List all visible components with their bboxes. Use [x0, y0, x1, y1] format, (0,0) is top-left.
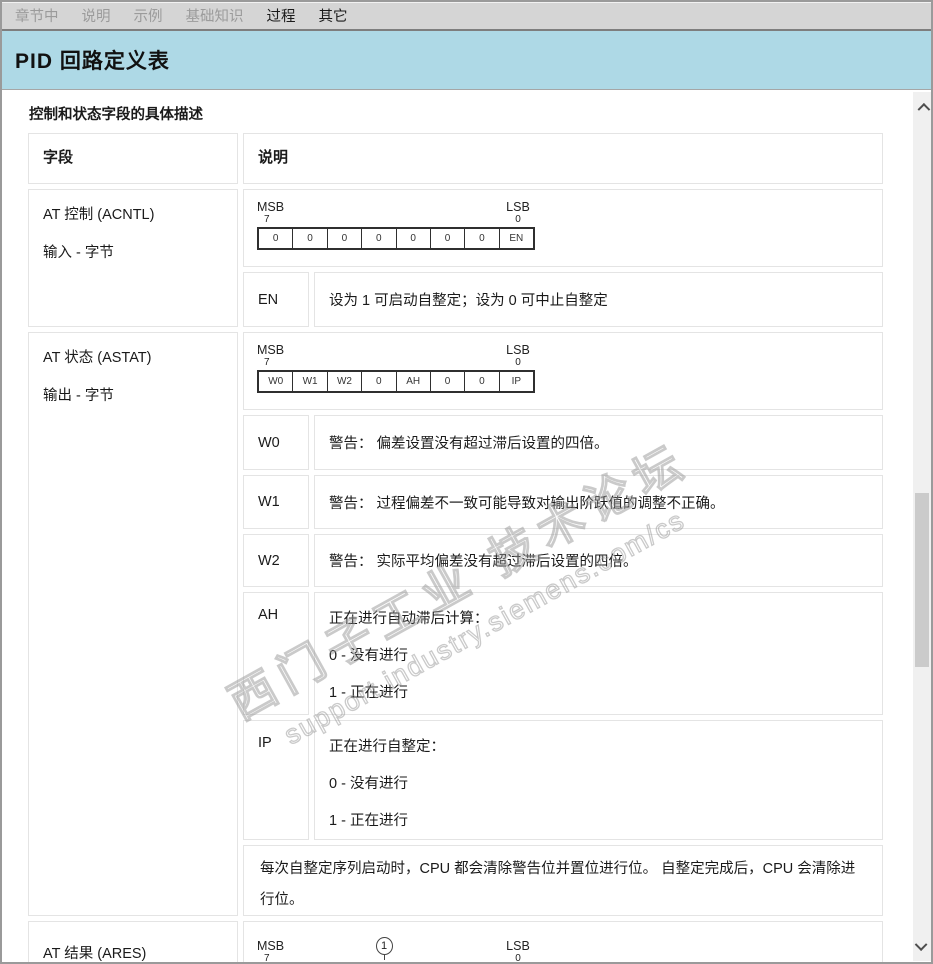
bit-label-ip: IP — [243, 720, 309, 840]
menu-item-jichu[interactable]: 基础知识 — [183, 5, 247, 26]
msb-bit-number: 7 — [264, 953, 270, 964]
menu-item-qita[interactable]: 其它 — [316, 5, 351, 26]
lsb-bit-number: 0 — [515, 953, 521, 964]
lsb-bit-number: 0 — [515, 214, 521, 225]
msb-label: MSB — [257, 343, 285, 357]
bit-cell: 0 — [431, 372, 466, 391]
bit-cell: 0 — [362, 229, 397, 248]
footnote-marker-1: 1 — [375, 937, 393, 960]
bit-cell: AH — [397, 372, 431, 391]
bit-label-ah: AH — [243, 592, 309, 715]
scroll-down-button[interactable] — [913, 933, 931, 961]
bit-row: W0 W1 W2 0 AH 0 0 IP — [257, 370, 535, 393]
bit-desc-ah: 正在进行自动滞后计算： 0 - 没有进行 1 - 正在进行 — [314, 592, 883, 715]
bit-cell: 0 — [362, 372, 397, 391]
chevron-down-icon — [914, 937, 927, 951]
bit-cell: 0 — [465, 372, 500, 391]
field-type: 输入 - 字节 — [43, 245, 114, 261]
content-area: 控制和状态字段的具体描述 字段 说明 AT 控制 (ACNTL) 输入 - 字节 — [2, 103, 913, 964]
scrollbar-thumb[interactable] — [915, 493, 929, 667]
table-header-row: 字段 说明 — [28, 133, 883, 184]
bit-cell: 0 — [259, 229, 294, 248]
menu-item-shili[interactable]: 示例 — [131, 5, 166, 26]
astat-note: 每次自整定序列启动时，CPU 都会清除警告位并置位进行位。 自整定完成后，CPU… — [243, 845, 883, 916]
bit-desc-w2: 警告： 实际平均偏差没有超过滞后设置的四倍。 — [314, 534, 883, 587]
bit-label-w2: W2 — [243, 534, 309, 587]
bit-label-w1: W1 — [243, 475, 309, 529]
page-header: PID 回路定义表 — [2, 31, 931, 90]
bit-desc-ip: 正在进行自整定： 0 - 没有进行 1 - 正在进行 — [314, 720, 883, 840]
bit-cell: IP — [511, 376, 522, 387]
bit-cell: 0 — [431, 229, 466, 248]
fields-table: 字段 说明 AT 控制 (ACNTL) 输入 - 字节 MSB 7 LSB 0 … — [28, 133, 883, 964]
bit-diagram-astat: MSB 7 LSB 0 W0 W1 W2 0 AH 0 0 IP — [243, 332, 883, 410]
intro-text: 控制和状态字段的具体描述 — [29, 107, 203, 123]
vertical-scrollbar[interactable] — [913, 92, 931, 961]
help-window: 章节中 说明 示例 基础知识 过程 其它 PID 回路定义表 控制和状态字段的具… — [0, 0, 933, 964]
table-row: AT 控制 (ACNTL) 输入 - 字节 MSB 7 LSB 0 0 0 0 … — [28, 189, 883, 327]
bit-cell: W1 — [293, 372, 328, 391]
bit-cell: W0 — [259, 372, 294, 391]
field-name: AT 控制 (ACNTL) — [43, 207, 155, 223]
bit-desc-w0: 警告： 偏差设置没有超过滞后设置的四倍。 — [314, 415, 883, 470]
menu-item-shuoming[interactable]: 说明 — [79, 5, 114, 26]
bit-cell: 0 — [328, 229, 363, 248]
field-type: 输出 - 字节 — [43, 388, 114, 404]
msb-label: MSB — [257, 200, 285, 214]
bit-desc-en: 设为 1 可启动自整定；设为 0 可中止自整定 — [314, 272, 883, 327]
menu-item-guocheng[interactable]: 过程 — [264, 5, 299, 26]
bit-label-w0: W0 — [243, 415, 309, 470]
lsb-label: LSB — [506, 343, 530, 357]
bit-label-en: EN — [243, 272, 309, 327]
menubar: 章节中 说明 示例 基础知识 过程 其它 — [2, 2, 931, 31]
msb-bit-number: 7 — [264, 214, 270, 225]
table-row: AT 状态 (ASTAT) 输出 - 字节 MSB 7 LSB 0 W0 W1 … — [28, 332, 883, 916]
column-header-field: 字段 — [28, 133, 238, 184]
bit-cell: EN — [509, 233, 524, 244]
bit-cell: W2 — [328, 372, 363, 391]
lsb-bit-number: 0 — [515, 357, 521, 368]
scrollbar-track[interactable] — [913, 120, 931, 933]
msb-bit-number: 7 — [264, 357, 270, 368]
bit-cell: 0 — [397, 229, 431, 248]
bit-diagram-acntl: MSB 7 LSB 0 0 0 0 0 0 0 0 EN — [243, 189, 883, 267]
bit-cell: 0 — [465, 229, 500, 248]
menu-item-chapter[interactable]: 章节中 — [12, 5, 62, 26]
bit-desc-w1: 警告： 过程偏差不一致可能导致对输出阶跃值的调整不正确。 — [314, 475, 883, 529]
bit-cell: 0 — [293, 229, 328, 248]
field-name: AT 结果 (ARES) — [43, 946, 147, 962]
lsb-label: LSB — [506, 200, 530, 214]
msb-label: MSB — [257, 939, 285, 953]
bit-row: 0 0 0 0 0 0 0 EN — [257, 227, 535, 250]
lsb-label: LSB — [506, 939, 530, 953]
field-name: AT 状态 (ASTAT) — [43, 350, 152, 366]
chevron-up-icon — [917, 102, 930, 116]
column-header-desc: 说明 — [243, 133, 883, 184]
field-cell-acntl: AT 控制 (ACNTL) 输入 - 字节 — [28, 189, 238, 327]
bit-diagram-ares: MSB 7 1 LSB 0 — [243, 921, 883, 964]
field-cell-astat: AT 状态 (ASTAT) 输出 - 字节 — [28, 332, 238, 916]
field-cell-ares: AT 结果 (ARES) — [28, 921, 238, 962]
scroll-up-button[interactable] — [913, 92, 931, 120]
page-title: PID 回路定义表 — [15, 50, 170, 73]
table-row: AT 结果 (ARES) MSB 7 1 LSB 0 — [28, 921, 883, 964]
